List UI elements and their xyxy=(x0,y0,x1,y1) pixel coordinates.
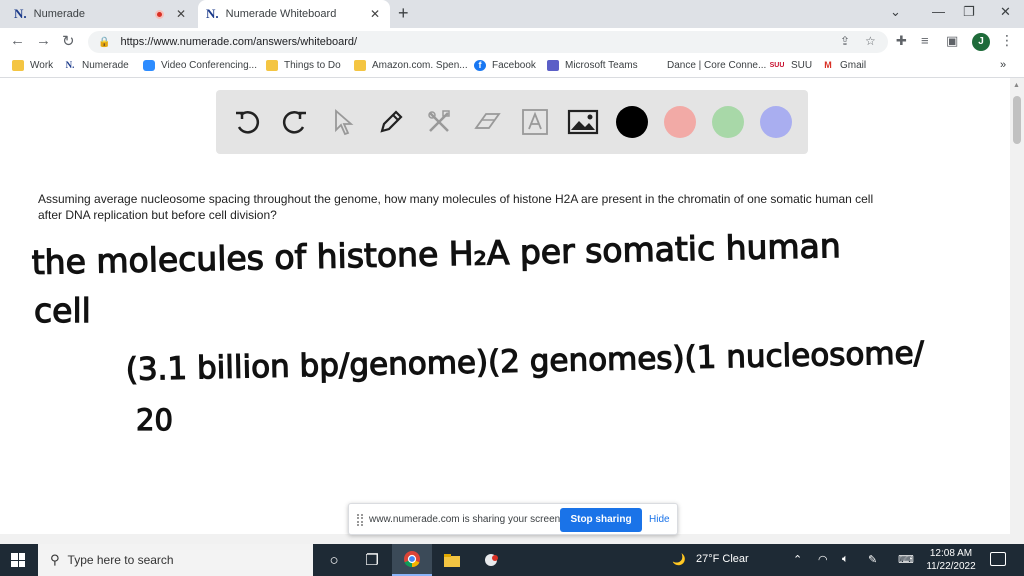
bookmark-suu[interactable]: SUU SUU xyxy=(769,60,813,71)
bookmark-work[interactable]: Work xyxy=(12,60,53,71)
handwriting-line-2: cell xyxy=(34,291,91,330)
handwriting-line-4: 20 xyxy=(136,403,173,437)
tab-search-icon[interactable]: ⌄ xyxy=(890,4,901,20)
cortana-icon[interactable]: ○ xyxy=(314,544,354,576)
back-icon[interactable]: ← xyxy=(10,32,25,49)
suu-icon: SUU xyxy=(769,62,785,69)
bookmark-facebook[interactable]: f Facebook xyxy=(474,60,536,71)
search-icon: ⚲ xyxy=(50,552,60,567)
more-bookmarks-icon[interactable]: » xyxy=(1000,59,1006,71)
side-panel-icon[interactable]: ▣ xyxy=(946,33,958,49)
forward-icon[interactable]: → xyxy=(36,32,51,49)
clock-time: 12:08 AM xyxy=(929,548,973,559)
url-text: https://www.numerade.com/answers/whitebo… xyxy=(120,36,358,48)
video-camera-icon xyxy=(143,60,155,71)
new-tab-icon[interactable]: + xyxy=(398,3,409,24)
bookmark-numerade[interactable]: N. Numerade xyxy=(64,60,129,71)
tab-numerade[interactable]: N. Numerade ✕ xyxy=(6,0,196,28)
taskbar-clock[interactable]: 12:08 AM 11/22/2022 xyxy=(920,547,982,573)
app-icon[interactable] xyxy=(472,544,512,576)
bookmark-label: Dance | Core Conne... xyxy=(667,60,767,71)
facebook-icon: f xyxy=(474,60,486,71)
handwriting-layer: the molecules of histone H₂A per somatic… xyxy=(31,225,926,437)
minimize-icon[interactable]: — xyxy=(932,4,945,19)
horizontal-scrollbar[interactable] xyxy=(0,534,1010,544)
bookmark-microsoft-teams[interactable]: Microsoft Teams xyxy=(547,60,638,71)
windows-start-icon[interactable] xyxy=(11,553,25,567)
handwriting-line-1: the molecules of histone H₂A per somatic… xyxy=(31,226,841,282)
file-explorer-icon[interactable] xyxy=(432,544,472,576)
address-bar[interactable]: 🔒 https://www.numerade.com/answers/white… xyxy=(88,31,888,53)
scroll-up-icon[interactable]: ▲ xyxy=(1013,82,1020,89)
stop-sharing-button[interactable]: Stop sharing xyxy=(560,508,642,532)
scroll-thumb[interactable] xyxy=(1013,96,1021,144)
weather-moon-icon[interactable]: 🌙 xyxy=(672,553,686,566)
screen: N. Numerade ✕ N. Numerade Whiteboard ✕ +… xyxy=(0,0,1024,576)
numerade-favicon-icon: N. xyxy=(206,6,219,21)
bookmarks-bar: Work N. Numerade Video Conferencing... T… xyxy=(0,56,1024,78)
reading-list-icon[interactable]: ≡ xyxy=(921,33,929,48)
bookmark-dance-core[interactable]: Dance | Core Conne... xyxy=(667,60,766,71)
tab-title: Numerade Whiteboard xyxy=(225,8,337,20)
show-hidden-icons[interactable]: ⌃ xyxy=(793,553,802,566)
tab-title: Numerade xyxy=(33,8,85,20)
bookmark-label: Facebook xyxy=(492,60,536,71)
gmail-icon: M xyxy=(824,60,832,70)
restore-icon[interactable]: ❐ xyxy=(963,4,975,20)
share-message: www.numerade.com is sharing your screen. xyxy=(369,514,563,525)
folder-icon xyxy=(354,60,366,71)
close-tab-icon[interactable]: ✕ xyxy=(368,7,382,21)
profile-avatar[interactable]: J xyxy=(972,33,990,51)
taskbar-search-box[interactable]: ⚲ Type here to search xyxy=(38,544,313,576)
bookmark-label: Gmail xyxy=(840,60,867,71)
hide-button[interactable]: Hide xyxy=(649,514,670,525)
vertical-scrollbar[interactable]: ▲ xyxy=(1010,78,1024,544)
bookmark-label: Video Conferencing... xyxy=(161,60,257,71)
extensions-icon[interactable]: ✚ xyxy=(896,33,907,49)
bookmark-video-conferencing[interactable]: Video Conferencing... xyxy=(143,60,257,71)
browser-toolbar: ← → ↻ 🔒 https://www.numerade.com/answers… xyxy=(0,28,1024,56)
bookmark-label: SUU xyxy=(791,60,813,71)
clock-date: 11/22/2022 xyxy=(926,561,976,572)
bookmark-amazon[interactable]: Amazon.com. Spen... xyxy=(354,60,468,71)
close-tab-icon[interactable]: ✕ xyxy=(174,7,188,21)
lock-icon: 🔒 xyxy=(98,36,111,48)
keyboard-icon[interactable]: ⌨ xyxy=(898,553,914,566)
bookmark-label: Things to Do xyxy=(284,60,341,71)
search-placeholder: Type here to search xyxy=(67,553,174,567)
bookmark-label: Work xyxy=(30,60,54,71)
task-view-icon[interactable]: ❐ xyxy=(352,544,392,576)
whiteboard-canvas[interactable]: Assuming average nucleosome spacing thro… xyxy=(0,78,1010,538)
recording-indicator-icon xyxy=(155,9,164,19)
bookmark-label: Amazon.com. Spen... xyxy=(372,60,468,71)
weather-text[interactable]: 27°F Clear xyxy=(696,553,749,565)
network-icon[interactable]: ◠ xyxy=(818,553,828,566)
menu-icon[interactable]: ⋮ xyxy=(1000,32,1014,49)
share-icon[interactable]: ⇪ xyxy=(840,34,850,48)
windows-taskbar: ⚲ Type here to search ○ ❐ 🌙 27°F Clear ⌃… xyxy=(0,544,1024,576)
bookmark-star-icon[interactable]: ☆ xyxy=(865,34,876,48)
reload-icon[interactable]: ↻ xyxy=(62,32,75,50)
bookmark-label: Microsoft Teams xyxy=(565,60,638,71)
bookmark-label: Numerade xyxy=(82,60,129,71)
drag-handle-icon[interactable] xyxy=(357,514,363,526)
tab-numerade-whiteboard[interactable]: N. Numerade Whiteboard ✕ xyxy=(198,0,390,28)
pen-workspace-icon[interactable]: ✎ xyxy=(868,553,877,566)
numerade-favicon-icon: N. xyxy=(14,6,27,21)
teams-icon xyxy=(547,60,559,71)
numerade-icon: N. xyxy=(65,60,75,70)
close-window-icon[interactable]: ✕ xyxy=(1000,4,1011,20)
bookmark-things-to-do[interactable]: Things to Do xyxy=(266,60,341,71)
bookmark-gmail[interactable]: M Gmail xyxy=(822,60,866,71)
chrome-icon[interactable] xyxy=(392,544,432,576)
notification-center-icon[interactable] xyxy=(990,552,1006,566)
screen-share-bar: www.numerade.com is sharing your screen.… xyxy=(348,503,678,535)
folder-icon xyxy=(12,60,24,71)
volume-icon[interactable]: 🔈︎ xyxy=(842,553,849,566)
handwriting-line-3: (3.1 billion bp/genome)(2 genomes)(1 nuc… xyxy=(125,335,925,388)
folder-icon xyxy=(266,60,278,71)
tab-strip: N. Numerade ✕ N. Numerade Whiteboard ✕ +… xyxy=(0,0,1024,28)
